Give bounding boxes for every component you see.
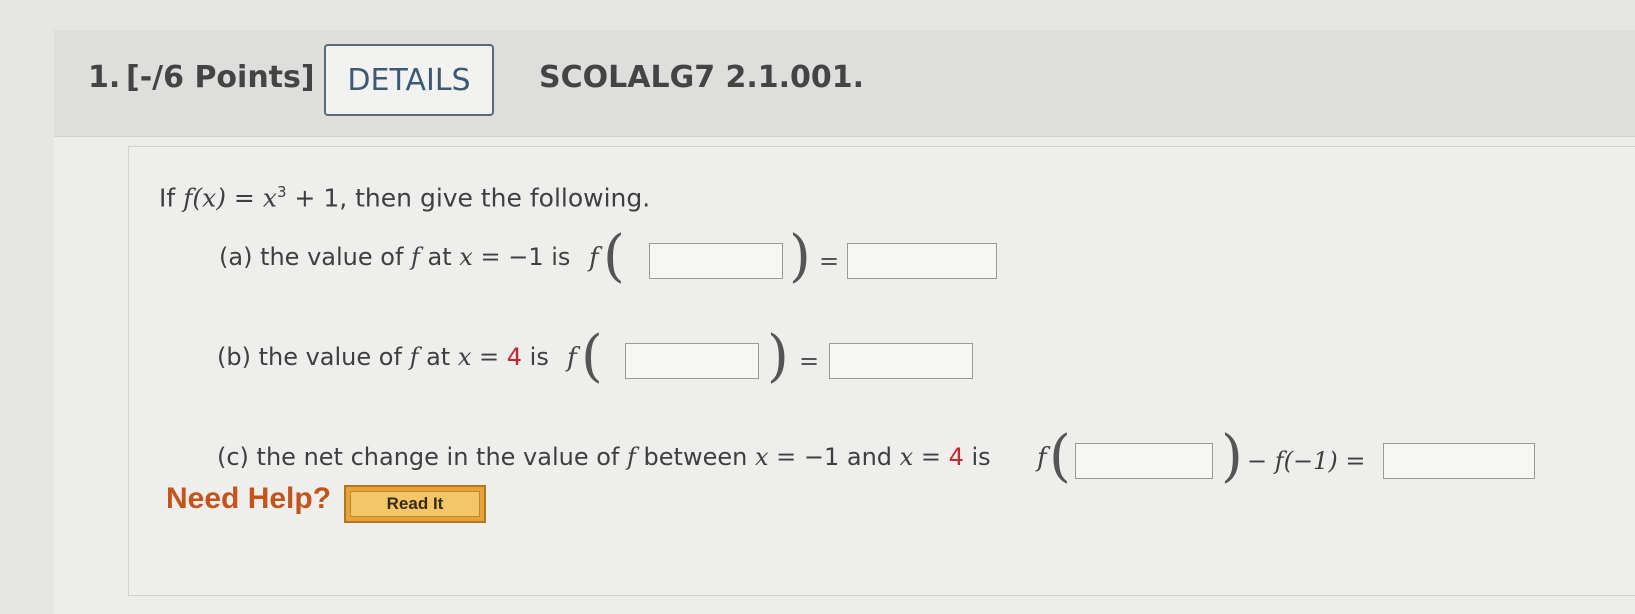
part-a-input-value[interactable] <box>847 243 997 279</box>
part-b-input-x[interactable] <box>625 343 759 379</box>
question-code: SCOLALG7 2.1.001. <box>539 60 865 95</box>
part-c-minus-term: − f(−1) = <box>1247 447 1366 475</box>
part-a-rparen: ) <box>789 224 811 289</box>
part-c-input-x[interactable] <box>1075 443 1213 479</box>
part-b-lparen: ( <box>581 324 603 389</box>
part-a-equals: = <box>819 247 840 275</box>
part-a-lparen: ( <box>603 224 625 289</box>
question-points: [-/6 Points] <box>126 60 315 95</box>
part-c-lparen: ( <box>1049 424 1071 489</box>
need-help-label: Need Help? <box>166 482 332 515</box>
part-b-f: f <box>567 343 577 373</box>
read-it-button[interactable]: Read It <box>344 485 486 523</box>
part-b-equals: = <box>799 347 820 375</box>
part-b-text: (b) the value of f at x = 4 is <box>217 343 549 371</box>
question-body: If f(x) = x3 + 1, then give the followin… <box>128 146 1635 596</box>
part-b-rparen: ) <box>767 324 789 389</box>
part-c-text: (c) the net change in the value of f bet… <box>217 443 991 471</box>
part-b-input-value[interactable] <box>829 343 973 379</box>
read-it-label: Read It <box>350 491 480 517</box>
question-panel: 1. [-/6 Points] DETAILS SCOLALG7 2.1.001… <box>54 30 1635 614</box>
fx: f(x) <box>183 183 226 213</box>
part-a-input-x[interactable] <box>649 243 783 279</box>
part-a-text: (a) the value of f at x = −1 is <box>219 243 571 271</box>
part-c-input-value[interactable] <box>1383 443 1535 479</box>
part-c-f: f <box>1037 443 1047 473</box>
part-c-rparen: ) <box>1221 424 1243 489</box>
problem-statement: If f(x) = x3 + 1, then give the followin… <box>159 183 651 213</box>
question-header: 1. [-/6 Points] DETAILS SCOLALG7 2.1.001… <box>54 30 1635 137</box>
question-number: 1. <box>88 60 121 95</box>
details-button[interactable]: DETAILS <box>324 44 494 116</box>
part-a-f: f <box>589 243 599 273</box>
